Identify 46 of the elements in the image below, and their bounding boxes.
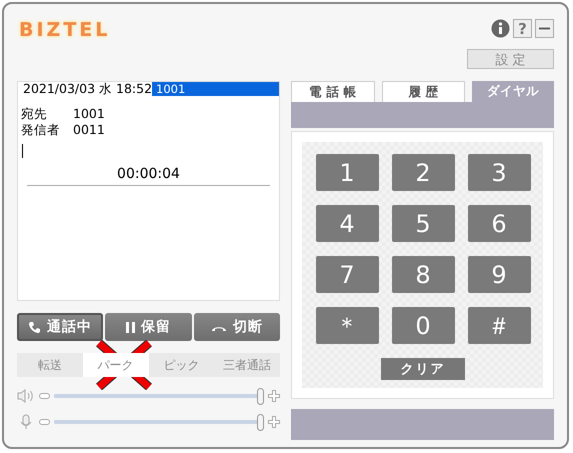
settings-button[interactable]: 設 定 bbox=[467, 49, 554, 69]
keypad-key[interactable]: ＃ bbox=[468, 307, 530, 344]
phone-icon bbox=[28, 320, 42, 334]
tab[interactable]: 電 話 帳 bbox=[291, 81, 375, 102]
keypad-key[interactable]: 2 bbox=[392, 154, 454, 191]
minus-icon[interactable] bbox=[39, 419, 50, 425]
plus-icon[interactable] bbox=[268, 390, 280, 402]
keypad-key[interactable]: 0 bbox=[392, 307, 454, 344]
keypad-key[interactable]: 5 bbox=[392, 205, 454, 242]
keypad-key[interactable]: 6 bbox=[468, 205, 530, 242]
help-button[interactable]: ? bbox=[513, 19, 532, 38]
feature-button[interactable]: パーク bbox=[82, 353, 148, 377]
keypad-key[interactable]: 1 bbox=[316, 154, 378, 191]
keypad-key[interactable]: 7 bbox=[316, 256, 378, 293]
field-value: 1001 bbox=[73, 106, 105, 122]
tab[interactable]: 履 歴 bbox=[382, 81, 466, 102]
pause-icon bbox=[126, 322, 135, 332]
keypad-key[interactable]: ＊ bbox=[316, 307, 378, 344]
date-time: 2021/03/03 水 18:52 bbox=[22, 80, 152, 98]
keypad-key[interactable]: 9 bbox=[468, 256, 530, 293]
field-label: 発信者 bbox=[21, 122, 61, 138]
feature-button[interactable]: 転送 bbox=[17, 353, 83, 377]
call-button[interactable]: 保留 bbox=[105, 313, 192, 341]
call-button[interactable]: 通話中 bbox=[17, 313, 104, 341]
feature-button[interactable]: 三者通話 bbox=[214, 353, 280, 377]
clear-button[interactable]: クリア bbox=[381, 358, 465, 380]
keypad-key[interactable]: 3 bbox=[468, 154, 530, 191]
minimize-button[interactable] bbox=[535, 19, 554, 38]
logo: BIZTEL bbox=[18, 18, 110, 41]
tab[interactable]: ダイヤル bbox=[472, 81, 554, 102]
minus-icon[interactable] bbox=[39, 393, 50, 399]
call-timer: 00:00:04 bbox=[117, 166, 180, 182]
slider-thumb[interactable] bbox=[257, 388, 264, 404]
plus-icon[interactable] bbox=[268, 416, 280, 428]
keypad-key[interactable]: 4 bbox=[316, 205, 378, 242]
info-icon[interactable] bbox=[491, 19, 510, 38]
text-cursor bbox=[22, 144, 23, 158]
line-number: 1001 bbox=[152, 82, 279, 96]
slider-thumb[interactable] bbox=[257, 414, 264, 430]
speaker-icon bbox=[17, 389, 35, 403]
call-button[interactable]: 切断 bbox=[194, 313, 280, 341]
feature-button[interactable]: ピック bbox=[148, 353, 214, 377]
field-value: 0011 bbox=[73, 122, 105, 138]
keypad-key[interactable]: 8 bbox=[392, 256, 454, 293]
field-label: 宛先 bbox=[21, 106, 48, 122]
minimize-icon bbox=[539, 27, 550, 30]
